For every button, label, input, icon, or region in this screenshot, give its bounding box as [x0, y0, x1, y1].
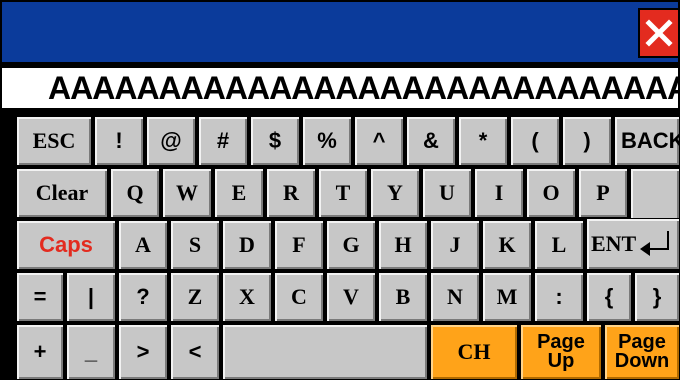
key-j[interactable]: J	[430, 220, 480, 270]
key-r[interactable]: R	[266, 168, 316, 218]
key-p[interactable]: P	[578, 168, 628, 218]
key-u[interactable]: U	[422, 168, 472, 218]
key-equals[interactable]: =	[16, 272, 64, 322]
key-dollar[interactable]: $	[250, 116, 300, 166]
key-ch[interactable]: CH	[430, 324, 518, 380]
key-left-brace[interactable]: {	[586, 272, 632, 322]
key-q[interactable]: Q	[110, 168, 160, 218]
page-down-line-2: Down	[614, 350, 670, 372]
key-percent[interactable]: %	[302, 116, 352, 166]
key-z[interactable]: Z	[170, 272, 220, 322]
text-input-display[interactable]: AAAAAAAAAAAAAAAAAAAAAAAAAAAAAAAAAAAA	[0, 66, 680, 110]
key-g[interactable]: G	[326, 220, 376, 270]
key-page-up[interactable]: Page Up	[520, 324, 602, 380]
close-icon	[645, 19, 673, 47]
key-caret[interactable]: ^	[354, 116, 404, 166]
key-greater-than[interactable]: >	[118, 324, 168, 380]
key-f[interactable]: F	[274, 220, 324, 270]
key-x[interactable]: X	[222, 272, 272, 322]
key-y[interactable]: Y	[370, 168, 420, 218]
key-question[interactable]: ?	[118, 272, 168, 322]
key-o[interactable]: O	[526, 168, 576, 218]
key-k[interactable]: K	[482, 220, 532, 270]
key-l[interactable]: L	[534, 220, 584, 270]
key-hash[interactable]: #	[198, 116, 248, 166]
key-n[interactable]: N	[430, 272, 480, 322]
key-caps[interactable]: Caps	[16, 220, 116, 270]
key-v[interactable]: V	[326, 272, 376, 322]
key-d[interactable]: D	[222, 220, 272, 270]
key-clear[interactable]: Clear	[16, 168, 108, 218]
key-right-paren[interactable]: )	[562, 116, 612, 166]
key-i[interactable]: I	[474, 168, 524, 218]
key-backspace[interactable]: BACK	[614, 116, 680, 166]
key-m[interactable]: M	[482, 272, 532, 322]
key-a[interactable]: A	[118, 220, 168, 270]
key-at[interactable]: @	[146, 116, 196, 166]
key-left-paren[interactable]: (	[510, 116, 560, 166]
key-underscore[interactable]: _	[66, 324, 116, 380]
page-up-line-2: Up	[547, 350, 575, 372]
key-exclamation[interactable]: !	[94, 116, 144, 166]
key-t[interactable]: T	[318, 168, 368, 218]
key-b[interactable]: B	[378, 272, 428, 322]
key-h[interactable]: H	[378, 220, 428, 270]
key-s[interactable]: S	[170, 220, 220, 270]
key-page-down[interactable]: Page Down	[604, 324, 680, 380]
key-plus[interactable]: +	[16, 324, 64, 380]
enter-key-label: ENT	[591, 231, 637, 256]
enter-key-upper[interactable]	[630, 168, 680, 220]
key-asterisk[interactable]: *	[458, 116, 508, 166]
title-bar	[0, 0, 680, 64]
key-right-brace[interactable]: }	[634, 272, 680, 322]
key-enter[interactable]: ENT	[586, 218, 680, 270]
key-c[interactable]: C	[274, 272, 324, 322]
key-w[interactable]: W	[162, 168, 212, 218]
close-button[interactable]	[638, 8, 680, 58]
key-e[interactable]: E	[214, 168, 264, 218]
enter-arrow-icon	[640, 231, 670, 256]
key-colon[interactable]: :	[534, 272, 584, 322]
key-less-than[interactable]: <	[170, 324, 220, 380]
key-ampersand[interactable]: &	[406, 116, 456, 166]
key-esc[interactable]: ESC	[16, 116, 92, 166]
key-space[interactable]	[222, 324, 428, 380]
key-pipe[interactable]: |	[66, 272, 116, 322]
